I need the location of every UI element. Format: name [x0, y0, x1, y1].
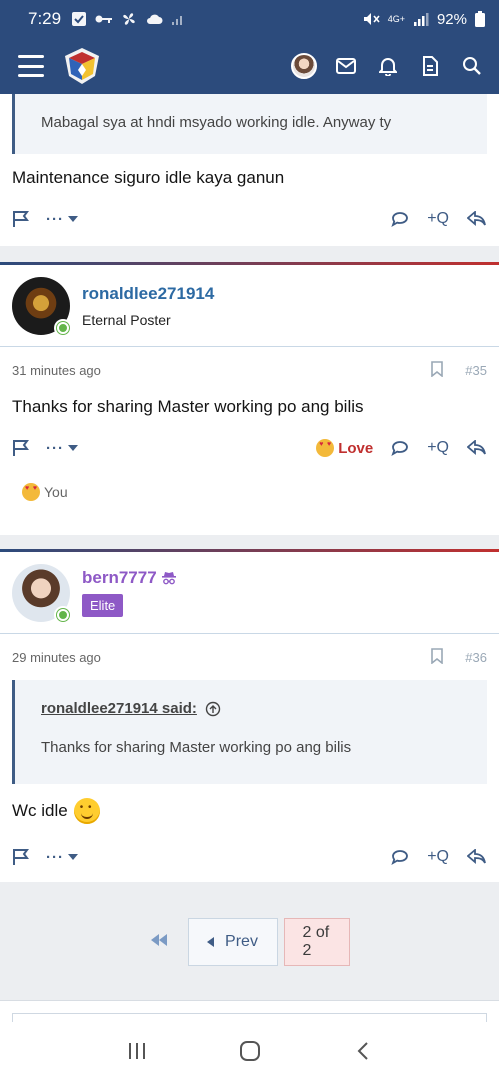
reply-bubble-icon[interactable]: [391, 211, 409, 227]
quote-block: Mabagal sya at hndi msyado working idle.…: [12, 94, 487, 154]
report-flag-icon[interactable]: [12, 439, 30, 457]
more-options-button[interactable]: ···: [46, 849, 78, 866]
check-notification-icon: [72, 12, 87, 26]
user-badge: Elite: [82, 594, 124, 617]
avatar[interactable]: [12, 276, 72, 337]
status-bar: 7:29 4G+ 92%: [0, 0, 499, 38]
multi-quote-button[interactable]: +Q: [427, 439, 449, 457]
battery-icon: [475, 11, 485, 27]
heart-eyes-icon: [22, 483, 40, 501]
caret-left-icon: [207, 937, 215, 947]
heart-eyes-icon: [316, 439, 335, 457]
network-type: 4G+: [387, 13, 405, 24]
username[interactable]: ronaldlee271914: [82, 284, 214, 304]
multi-quote-button[interactable]: +Q: [427, 848, 449, 866]
quote-block: ronaldlee271914 said: Thanks for sharing…: [12, 680, 487, 784]
quote-text: Thanks for sharing Master working po ang…: [41, 739, 352, 756]
report-flag-icon[interactable]: [12, 210, 30, 228]
page-indicator[interactable]: 2 of 2: [283, 918, 350, 966]
smile-emoji-icon: [73, 798, 100, 824]
post-number[interactable]: #36: [465, 650, 487, 665]
post-card: ronaldlee271914 Eternal Poster 31 minute…: [0, 265, 499, 535]
post-card: bern7777 Elite 29 minutes ago #36 ronald…: [0, 552, 499, 882]
report-flag-icon[interactable]: [12, 848, 30, 866]
online-indicator: [54, 318, 72, 337]
more-options-button[interactable]: ···: [46, 211, 78, 228]
share-reply-icon[interactable]: [467, 440, 487, 456]
multi-quote-button[interactable]: +Q: [427, 210, 449, 228]
recent-apps-icon[interactable]: [117, 1031, 157, 1071]
app-header: [0, 38, 499, 94]
post-author: ronaldlee271914 Eternal Poster: [0, 265, 499, 347]
search-icon[interactable]: [457, 51, 487, 81]
post-time[interactable]: 29 minutes ago: [12, 650, 101, 665]
first-page-icon[interactable]: [150, 933, 168, 951]
bell-icon[interactable]: [373, 51, 403, 81]
prev-label: Prev: [225, 933, 258, 950]
post-card: Mabagal sya at hndi msyado working idle.…: [0, 94, 499, 246]
reply-bubble-icon[interactable]: [391, 440, 409, 456]
site-logo[interactable]: [62, 46, 102, 86]
post-actions: ··· +Q: [0, 204, 499, 234]
back-icon[interactable]: [343, 1031, 383, 1071]
header-actions: [289, 51, 487, 81]
fan-icon: [123, 13, 135, 25]
post-message: Thanks for sharing Master working po ang…: [12, 397, 364, 416]
home-icon[interactable]: [230, 1031, 270, 1071]
signal-icon: [413, 13, 429, 26]
system-navigation-bar: [0, 1022, 499, 1080]
post-message-row: Wc idle: [0, 798, 499, 824]
username-row[interactable]: bern7777: [82, 568, 177, 588]
mute-icon: [363, 13, 380, 25]
quote-author[interactable]: ronaldlee271914 said:: [41, 700, 197, 717]
post-number[interactable]: #35: [465, 363, 487, 378]
post-meta: 31 minutes ago #35: [0, 347, 499, 393]
battery-percent: 92%: [436, 10, 467, 28]
user-title: Eternal Poster: [82, 311, 171, 328]
bookmark-icon[interactable]: [431, 647, 444, 667]
prev-page-button[interactable]: Prev: [187, 918, 278, 966]
post-time[interactable]: 31 minutes ago: [12, 363, 101, 378]
cloud-icon: [147, 14, 163, 24]
avatar: [291, 53, 317, 79]
online-indicator: [54, 605, 72, 624]
jump-up-icon[interactable]: [205, 701, 221, 717]
status-notification-icons: [71, 11, 185, 27]
reply-bubble-icon[interactable]: [391, 849, 409, 865]
quote-header[interactable]: ronaldlee271914 said:: [41, 700, 461, 717]
more-options-button[interactable]: ···: [46, 440, 78, 457]
share-reply-icon[interactable]: [467, 211, 487, 227]
post-actions: ··· +Q: [0, 842, 499, 872]
key-icon: [95, 15, 113, 23]
reactions-summary[interactable]: You: [0, 463, 499, 501]
status-system-icons: 4G+ 92%: [362, 11, 485, 28]
post-actions: ··· Love +Q: [0, 433, 499, 463]
document-icon[interactable]: [415, 51, 445, 81]
pagination: Prev 2 of 2: [0, 918, 499, 966]
status-time: 7:29: [28, 9, 62, 28]
account-avatar[interactable]: [289, 51, 319, 81]
username[interactable]: bern7777: [82, 568, 157, 588]
love-reaction-button[interactable]: Love: [316, 439, 373, 457]
reactions-users: You: [44, 484, 68, 500]
hamburger-menu-icon[interactable]: [18, 55, 44, 77]
bookmark-icon[interactable]: [431, 360, 444, 380]
inbox-icon[interactable]: [331, 51, 361, 81]
share-reply-icon[interactable]: [467, 849, 487, 865]
post-message: Maintenance siguro idle kaya ganun: [12, 168, 285, 187]
quote-text: Mabagal sya at hndi msyado working idle.…: [41, 114, 392, 131]
reaction-label: Love: [338, 439, 374, 457]
avatar[interactable]: [12, 563, 72, 624]
post-author: bern7777 Elite: [0, 552, 499, 634]
post-message: Wc idle: [12, 801, 68, 820]
weak-signal-icon: [172, 16, 183, 25]
bottom-panel: [0, 1000, 499, 1023]
incognito-icon: [161, 572, 176, 585]
post-meta: 29 minutes ago #36: [0, 634, 499, 680]
